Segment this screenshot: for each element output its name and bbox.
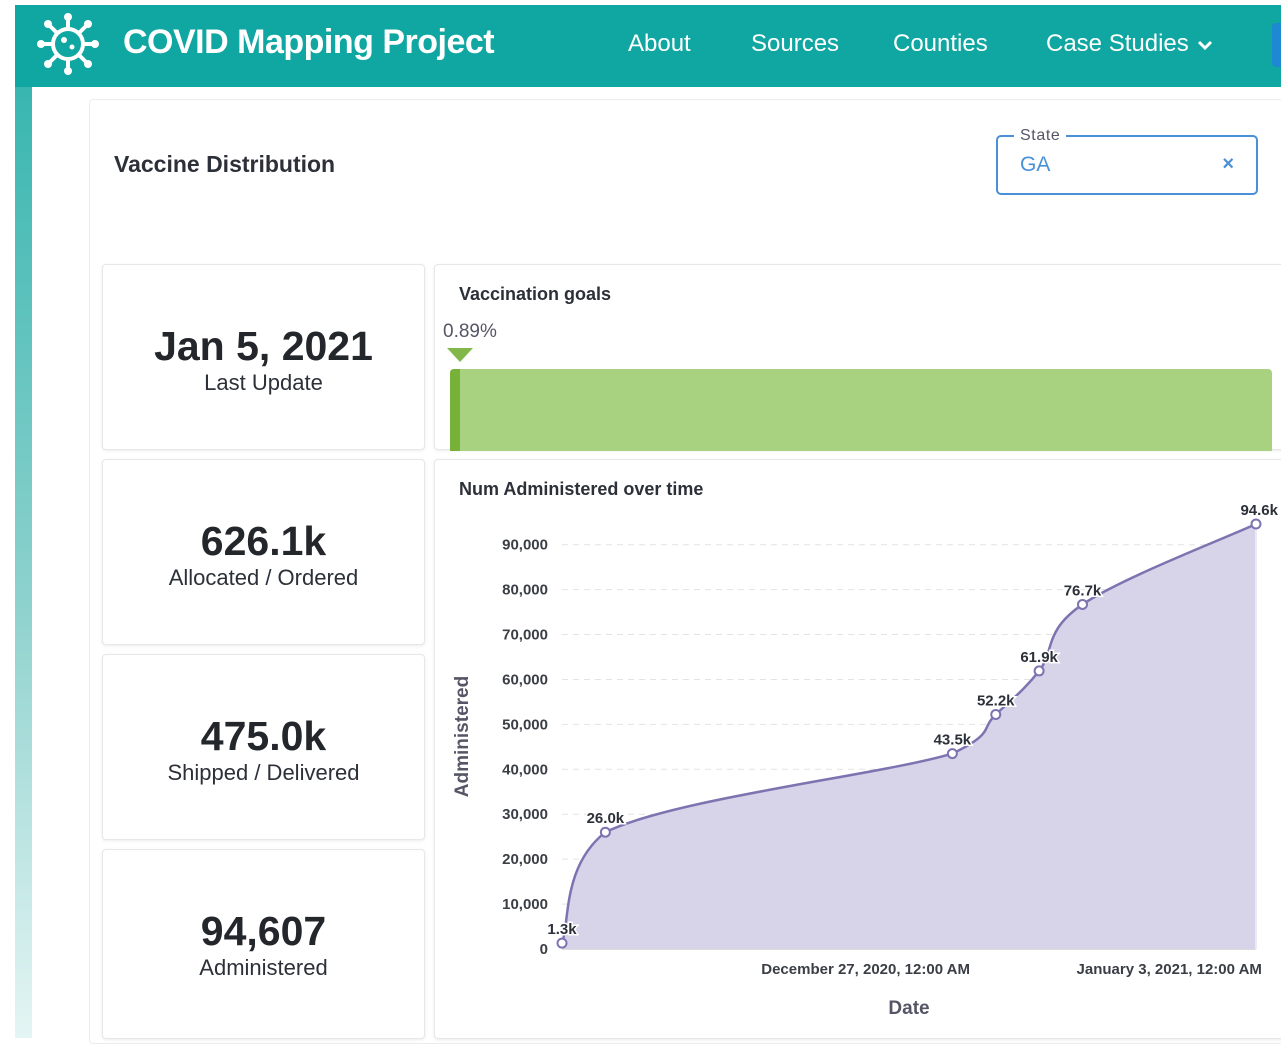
- state-select-legend: State: [1014, 127, 1067, 145]
- data-label: 1.3k: [547, 921, 577, 938]
- y-tick-label: 10,000: [502, 896, 548, 913]
- goal-progress-bar: [450, 369, 1272, 451]
- data-label: 43.5k: [934, 732, 972, 749]
- data-label: 26.0k: [587, 810, 625, 827]
- stat-value: 626.1k: [200, 518, 327, 564]
- y-tick-label: 90,000: [502, 537, 548, 554]
- x-tick-label: December 27, 2020, 12:00 AM: [761, 961, 970, 978]
- stat-value: 94,607: [200, 908, 327, 954]
- data-point: [1250, 518, 1262, 530]
- y-axis-title: Administered: [452, 676, 473, 797]
- stat-card-shipped: 475.0k Shipped / Delivered: [102, 654, 425, 840]
- y-tick-label: 40,000: [502, 761, 548, 778]
- data-label: 52.2k: [977, 693, 1015, 710]
- y-tick-label: 50,000: [502, 716, 548, 733]
- x-tick-label: January 3, 2021, 12:00 AM: [1077, 961, 1262, 978]
- state-select-value[interactable]: GA: [1020, 153, 1050, 177]
- y-tick-label: 20,000: [502, 851, 548, 868]
- y-tick-label: 60,000: [502, 671, 548, 688]
- data-point: [599, 826, 611, 838]
- stat-label: Last Update: [204, 370, 323, 395]
- stat-card-last-update: Jan 5, 2021 Last Update: [102, 264, 425, 450]
- stat-label: Shipped / Delivered: [167, 760, 360, 785]
- data-point: [1033, 665, 1045, 677]
- state-select[interactable]: State GA ×: [996, 127, 1258, 195]
- page-title: Vaccine Distribution: [114, 151, 336, 177]
- series-area: [562, 524, 1256, 949]
- data-label: 76.7k: [1064, 582, 1102, 599]
- clear-icon[interactable]: ×: [1222, 153, 1234, 176]
- chevron-down-icon: [1197, 40, 1212, 50]
- x-axis-title: Date: [888, 998, 929, 1019]
- goals-title: Vaccination goals: [459, 284, 612, 304]
- stat-label: Administered: [199, 955, 328, 980]
- y-tick-label: 0: [540, 941, 548, 958]
- goal-progress-fill: [450, 369, 460, 451]
- num-administered-chart-card: Num Administered over time 0 10,000 20,000…: [434, 459, 1281, 1039]
- data-label: 94.6k: [1240, 502, 1278, 519]
- stat-value: Jan 5, 2021: [154, 323, 373, 369]
- data-point: [556, 937, 568, 949]
- stat-label: Allocated / Ordered: [168, 565, 359, 590]
- goal-percent-label: 0.89%: [443, 321, 497, 342]
- y-tick-label: 70,000: [502, 627, 548, 644]
- nav-link-sources[interactable]: Sources: [751, 30, 839, 58]
- top-navbar: COVID Mapping Project About Sources Coun…: [15, 5, 1281, 87]
- nav-action-button-edge[interactable]: [1272, 23, 1281, 67]
- stat-card-administered: 94,607 Administered: [102, 849, 425, 1039]
- y-tick-label: 80,000: [502, 582, 548, 599]
- sidebar-accent-strip: [15, 87, 32, 1038]
- stat-card-allocated: 626.1k Allocated / Ordered: [102, 459, 425, 645]
- nav-link-counties[interactable]: Counties: [893, 30, 988, 58]
- data-point: [990, 709, 1002, 721]
- vaccination-goals-card: Vaccination goals 0.89%: [434, 264, 1281, 451]
- goal-marker-icon: [447, 348, 473, 362]
- data-point: [946, 748, 958, 760]
- y-tick-label: 30,000: [502, 806, 548, 823]
- virus-logo-icon[interactable]: [35, 11, 101, 77]
- nav-dropdown-label: Case Studies: [1046, 30, 1189, 57]
- stat-value: 475.0k: [200, 713, 327, 759]
- nav-link-about[interactable]: About: [628, 30, 691, 58]
- data-point: [1077, 598, 1088, 610]
- data-label: 61.9k: [1020, 649, 1058, 666]
- brand-title[interactable]: COVID Mapping Project: [123, 23, 495, 62]
- administered-area-chart[interactable]: 0 10,000 20,000 30,000 40,000 50,000 60,000 70,…: [435, 460, 1281, 1040]
- nav-dropdown-case-studies[interactable]: Case Studies: [1046, 30, 1213, 58]
